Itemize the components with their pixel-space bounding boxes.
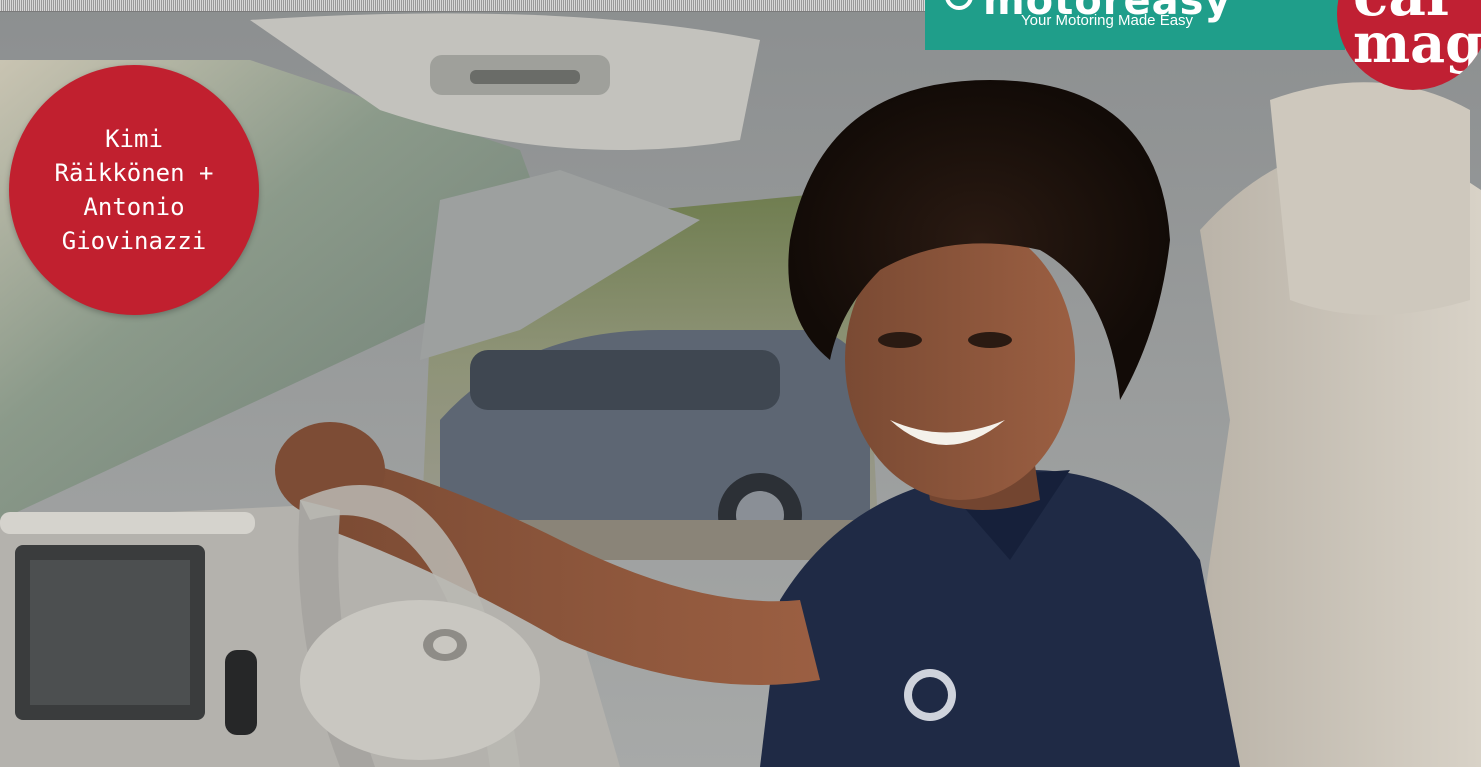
magazine-badge-line2: mag [1353, 11, 1481, 75]
brand-banner: motoreasy Your Motoring Made Easy [925, 0, 1345, 50]
feature-name-line: Antonio [83, 193, 185, 221]
decorative-strip [0, 0, 925, 12]
feature-name-line: Giovinazzi [61, 227, 207, 255]
feature-name-badge: Kimi Räikkönen + Antonio Giovinazzi [9, 65, 259, 315]
brand-tagline: Your Motoring Made Easy [1021, 12, 1194, 29]
feature-name-line: Kimi [105, 125, 163, 153]
feature-names: Kimi Räikkönen + Antonio Giovinazzi [39, 122, 229, 258]
brand-logo-icon [945, 0, 973, 10]
feature-name-line: Räikkönen + [54, 159, 214, 187]
